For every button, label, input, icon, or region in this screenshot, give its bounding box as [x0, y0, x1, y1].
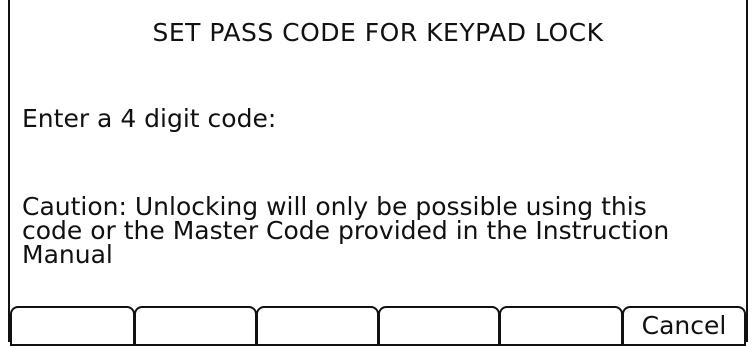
softkey-1[interactable] — [10, 306, 135, 346]
softkey-bar: Cancel — [10, 306, 746, 346]
softkey-2[interactable] — [134, 306, 257, 346]
cancel-button[interactable]: Cancel — [622, 306, 746, 346]
screen-border-right — [746, 0, 748, 342]
softkey-5[interactable] — [499, 306, 623, 346]
dialog-title: SET PASS CODE FOR KEYPAD LOCK — [152, 18, 604, 47]
screen-border-left — [8, 0, 10, 342]
softkey-3[interactable] — [256, 306, 379, 346]
keypad-lock-screen: SET PASS CODE FOR KEYPAD LOCK Enter a 4 … — [0, 0, 756, 346]
caution-message: Caution: Unlocking will only be possible… — [22, 192, 670, 269]
softkey-4[interactable] — [378, 306, 500, 346]
code-entry-prompt: Enter a 4 digit code: — [22, 104, 277, 133]
